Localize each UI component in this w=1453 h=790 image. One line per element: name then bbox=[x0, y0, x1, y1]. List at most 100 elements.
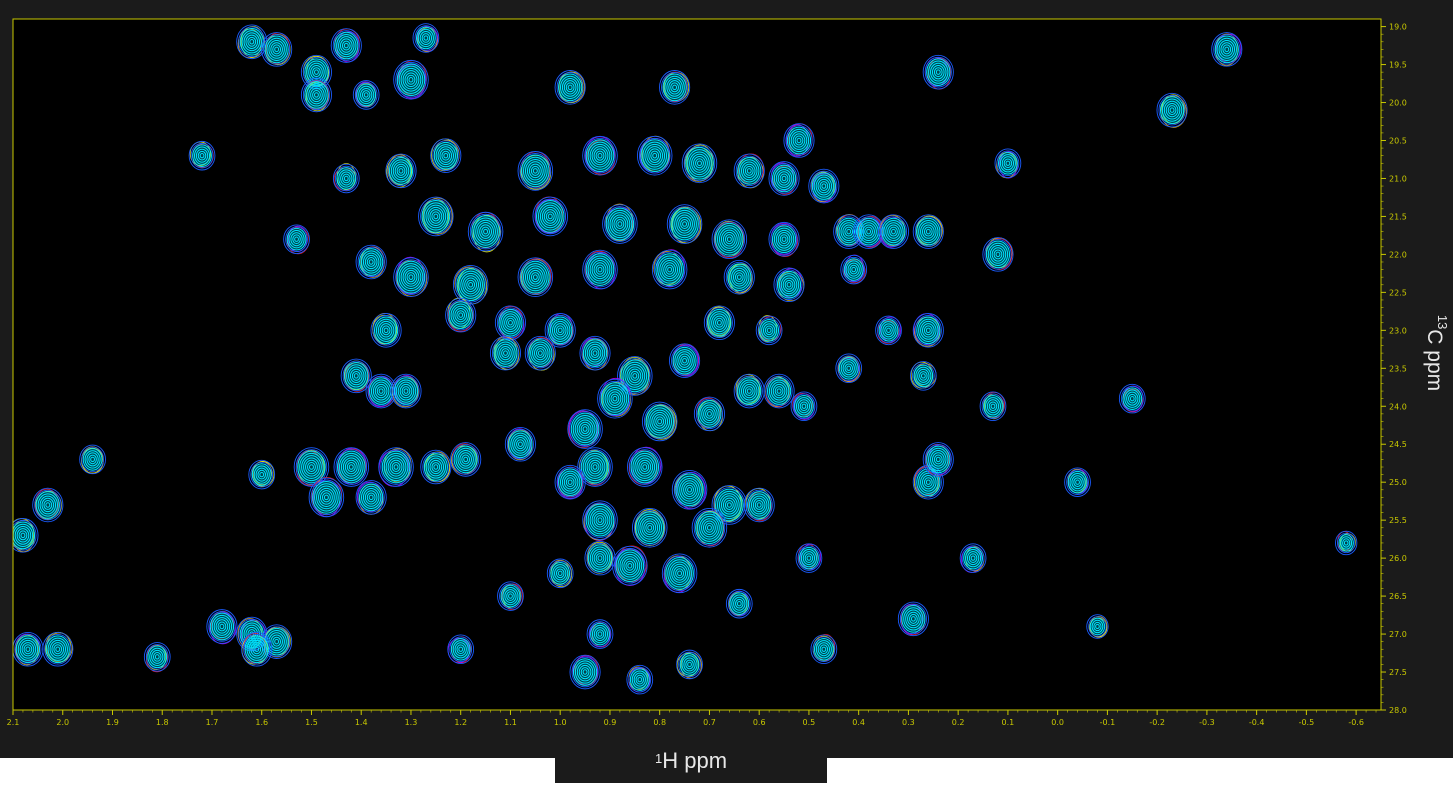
peak-59[interactable] bbox=[579, 335, 611, 371]
peak-81[interactable] bbox=[450, 442, 482, 477]
peak-113[interactable] bbox=[241, 631, 273, 667]
peak-11[interactable] bbox=[1211, 32, 1243, 67]
peak-39[interactable] bbox=[651, 249, 688, 290]
peak-118[interactable] bbox=[569, 654, 601, 690]
peak-65[interactable] bbox=[763, 373, 795, 409]
peak-95[interactable] bbox=[661, 553, 698, 594]
peak-5[interactable] bbox=[300, 77, 332, 113]
peak-82[interactable] bbox=[308, 477, 345, 518]
peak-115[interactable] bbox=[13, 631, 44, 667]
peak-70[interactable] bbox=[1118, 383, 1146, 414]
peak-8[interactable] bbox=[554, 70, 586, 105]
peak-84[interactable] bbox=[248, 459, 276, 490]
peak-114[interactable] bbox=[447, 634, 475, 665]
peak-15[interactable] bbox=[994, 148, 1022, 179]
spectrum-plot[interactable]: 2.1 2.0 1.9 1.8 1.7 1.6 1.5 1.4 1.3 1.2 1.1 1.0 0.9 0… bbox=[0, 0, 1453, 758]
peak-45[interactable] bbox=[982, 237, 1014, 272]
peak-99[interactable] bbox=[1064, 467, 1091, 497]
peak-94[interactable] bbox=[612, 545, 648, 586]
peak-48[interactable] bbox=[370, 313, 402, 348]
peak-35[interactable] bbox=[393, 256, 429, 297]
peak-64[interactable] bbox=[733, 373, 765, 409]
peak-52[interactable] bbox=[703, 305, 735, 341]
peak-14[interactable] bbox=[783, 123, 815, 158]
peak-20[interactable] bbox=[430, 138, 462, 173]
peak-12[interactable] bbox=[1156, 92, 1188, 128]
peak-122[interactable] bbox=[586, 619, 614, 649]
peak-47[interactable] bbox=[773, 267, 805, 303]
peak-43[interactable] bbox=[877, 214, 910, 249]
peak-19[interactable] bbox=[355, 244, 387, 280]
peak-61[interactable] bbox=[340, 358, 372, 394]
peak-71[interactable] bbox=[597, 377, 633, 419]
peak-3[interactable] bbox=[412, 23, 440, 53]
peak-28[interactable] bbox=[418, 196, 454, 237]
peak-116[interactable] bbox=[42, 631, 74, 667]
peak-25[interactable] bbox=[733, 153, 765, 189]
peak-24[interactable] bbox=[681, 143, 718, 184]
peak-105[interactable] bbox=[497, 581, 524, 611]
peak-6[interactable] bbox=[393, 59, 429, 100]
peak-57[interactable] bbox=[524, 335, 556, 371]
peak-87[interactable] bbox=[671, 469, 708, 510]
peak-63[interactable] bbox=[390, 373, 422, 409]
peak-119[interactable] bbox=[626, 664, 654, 695]
peak-121[interactable] bbox=[810, 634, 838, 665]
peak-92[interactable] bbox=[631, 507, 668, 548]
peak-75[interactable] bbox=[504, 426, 536, 462]
peak-10[interactable] bbox=[922, 54, 954, 90]
peak-98[interactable] bbox=[922, 442, 954, 477]
peak-23[interactable] bbox=[636, 135, 673, 176]
peak-96[interactable] bbox=[584, 540, 616, 576]
peak-106[interactable] bbox=[897, 601, 929, 637]
peak-33[interactable] bbox=[711, 219, 748, 260]
peak-2[interactable] bbox=[330, 28, 362, 63]
peak-73[interactable] bbox=[693, 396, 725, 432]
peak-46[interactable] bbox=[840, 254, 868, 285]
peak-26[interactable] bbox=[768, 161, 800, 196]
peak-67[interactable] bbox=[835, 353, 863, 384]
peak-32[interactable] bbox=[666, 204, 703, 244]
peak-31[interactable] bbox=[602, 203, 638, 244]
peak-69[interactable] bbox=[979, 391, 1007, 422]
peak-68[interactable] bbox=[909, 361, 937, 391]
peak-74[interactable] bbox=[567, 409, 603, 449]
peak-108[interactable] bbox=[1086, 614, 1109, 639]
peak-9[interactable] bbox=[659, 70, 691, 105]
peak-54[interactable] bbox=[875, 315, 902, 346]
peak-120[interactable] bbox=[676, 649, 703, 680]
peak-89[interactable] bbox=[743, 487, 775, 523]
peak-22[interactable] bbox=[582, 135, 618, 176]
peak-34[interactable] bbox=[768, 221, 800, 258]
peak-100[interactable] bbox=[8, 518, 39, 553]
peak-102[interactable] bbox=[795, 543, 823, 573]
peak-38[interactable] bbox=[582, 249, 618, 290]
peak-37[interactable] bbox=[517, 257, 554, 297]
peak-78[interactable] bbox=[333, 447, 370, 487]
peak-72[interactable] bbox=[641, 401, 678, 442]
peak-53[interactable] bbox=[755, 315, 783, 346]
peak-86[interactable] bbox=[627, 446, 663, 487]
peak-107[interactable] bbox=[725, 588, 753, 619]
peak-42[interactable] bbox=[853, 214, 885, 249]
peak-30[interactable] bbox=[532, 196, 569, 237]
peak-103[interactable] bbox=[959, 543, 987, 573]
peak-117[interactable] bbox=[143, 642, 171, 673]
peak-91[interactable] bbox=[582, 500, 618, 541]
peak-16[interactable] bbox=[385, 153, 417, 189]
peak-1[interactable] bbox=[261, 32, 293, 67]
peak-83[interactable] bbox=[355, 480, 387, 515]
peak-104[interactable] bbox=[546, 558, 574, 589]
peak-66[interactable] bbox=[790, 391, 818, 422]
peak-40[interactable] bbox=[723, 259, 755, 295]
peak-109[interactable] bbox=[1335, 530, 1358, 556]
peak-13[interactable] bbox=[188, 140, 216, 171]
peak-29[interactable] bbox=[467, 211, 504, 253]
peak-49[interactable] bbox=[445, 297, 477, 333]
peak-90[interactable] bbox=[554, 464, 586, 500]
peak-101[interactable] bbox=[32, 487, 64, 523]
peak-18[interactable] bbox=[283, 224, 310, 255]
peak-44[interactable] bbox=[912, 214, 944, 249]
peak-110[interactable] bbox=[206, 609, 238, 645]
peak-27[interactable] bbox=[808, 168, 840, 204]
